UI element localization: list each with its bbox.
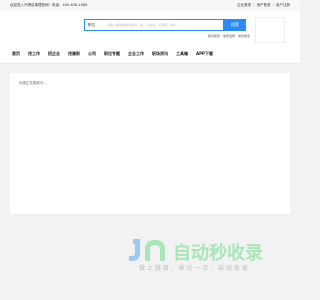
nav-item-home[interactable]: 首页 xyxy=(12,51,20,57)
nav-item-companies[interactable]: 招企业 xyxy=(48,51,60,57)
watermark-title: 自动秒收录 xyxy=(173,243,263,264)
search-input[interactable] xyxy=(107,21,205,29)
nav-item-job-topics[interactable]: 职位专题 xyxy=(104,51,120,57)
page: 欢迎进入汽博百事理官网！电话：400-636-1066 企业登录 | 用户登录 … xyxy=(0,0,300,300)
search-type-select[interactable]: 职位 xyxy=(88,23,95,28)
main-navigation: 首页 找工作 招企业 找兼职 公司 职位专题 企业工作 职场资讯 工具箱 APP… xyxy=(0,45,300,64)
qr-code-box xyxy=(255,17,285,43)
watermark-subtitle: 做 上 链 接 ， 来 访 一 次 ， 自 动 收 录 xyxy=(139,265,248,272)
nav-item-app-download[interactable]: APP下载 xyxy=(196,51,213,57)
header: 职位 搜索 职位搜索 免费招聘 简历搜索 xyxy=(0,11,300,45)
main-content-panel: 页面正在跳转中... xyxy=(10,73,290,214)
separator: | xyxy=(272,3,274,7)
search-button[interactable]: 搜索 xyxy=(224,19,246,31)
nav-item-career-news[interactable]: 职场资讯 xyxy=(152,51,168,57)
welcome-text: 欢迎进入汽博百事理官网！电话：400-636-1066 xyxy=(10,3,88,7)
watermark-mark-icon xyxy=(129,239,165,261)
separator: | xyxy=(253,3,255,7)
hot-keyword-link[interactable]: 免费招聘 xyxy=(223,34,235,38)
nav-item-part-time[interactable]: 找兼职 xyxy=(68,51,80,57)
nav-item-enterprise-jobs[interactable]: 企业工作 xyxy=(128,51,144,57)
user-login-link[interactable]: 用户登录 xyxy=(257,3,271,7)
hot-keyword-link[interactable]: 职位搜索 xyxy=(208,34,220,38)
watermark-logo: 自动秒收录 做 上 链 接 ， 来 访 一 次 ， 自 动 收 录 xyxy=(127,237,282,273)
nav-item-toolbox[interactable]: 工具箱 xyxy=(176,51,188,57)
hot-keywords: 职位搜索 免费招聘 简历搜索 xyxy=(208,34,252,38)
search-box[interactable]: 职位 xyxy=(84,19,224,31)
nav-item-company[interactable]: 公司 xyxy=(88,51,96,57)
nav-item-find-job[interactable]: 找工作 xyxy=(28,51,40,57)
company-login-link[interactable]: 企业登录 xyxy=(237,3,251,7)
hot-keyword-link[interactable]: 简历搜索 xyxy=(238,34,250,38)
account-links: 企业登录 | 用户登录 | 用户注册 xyxy=(237,2,290,8)
user-register-link[interactable]: 用户注册 xyxy=(276,3,290,7)
redirect-status-text: 页面正在跳转中... xyxy=(19,81,47,85)
